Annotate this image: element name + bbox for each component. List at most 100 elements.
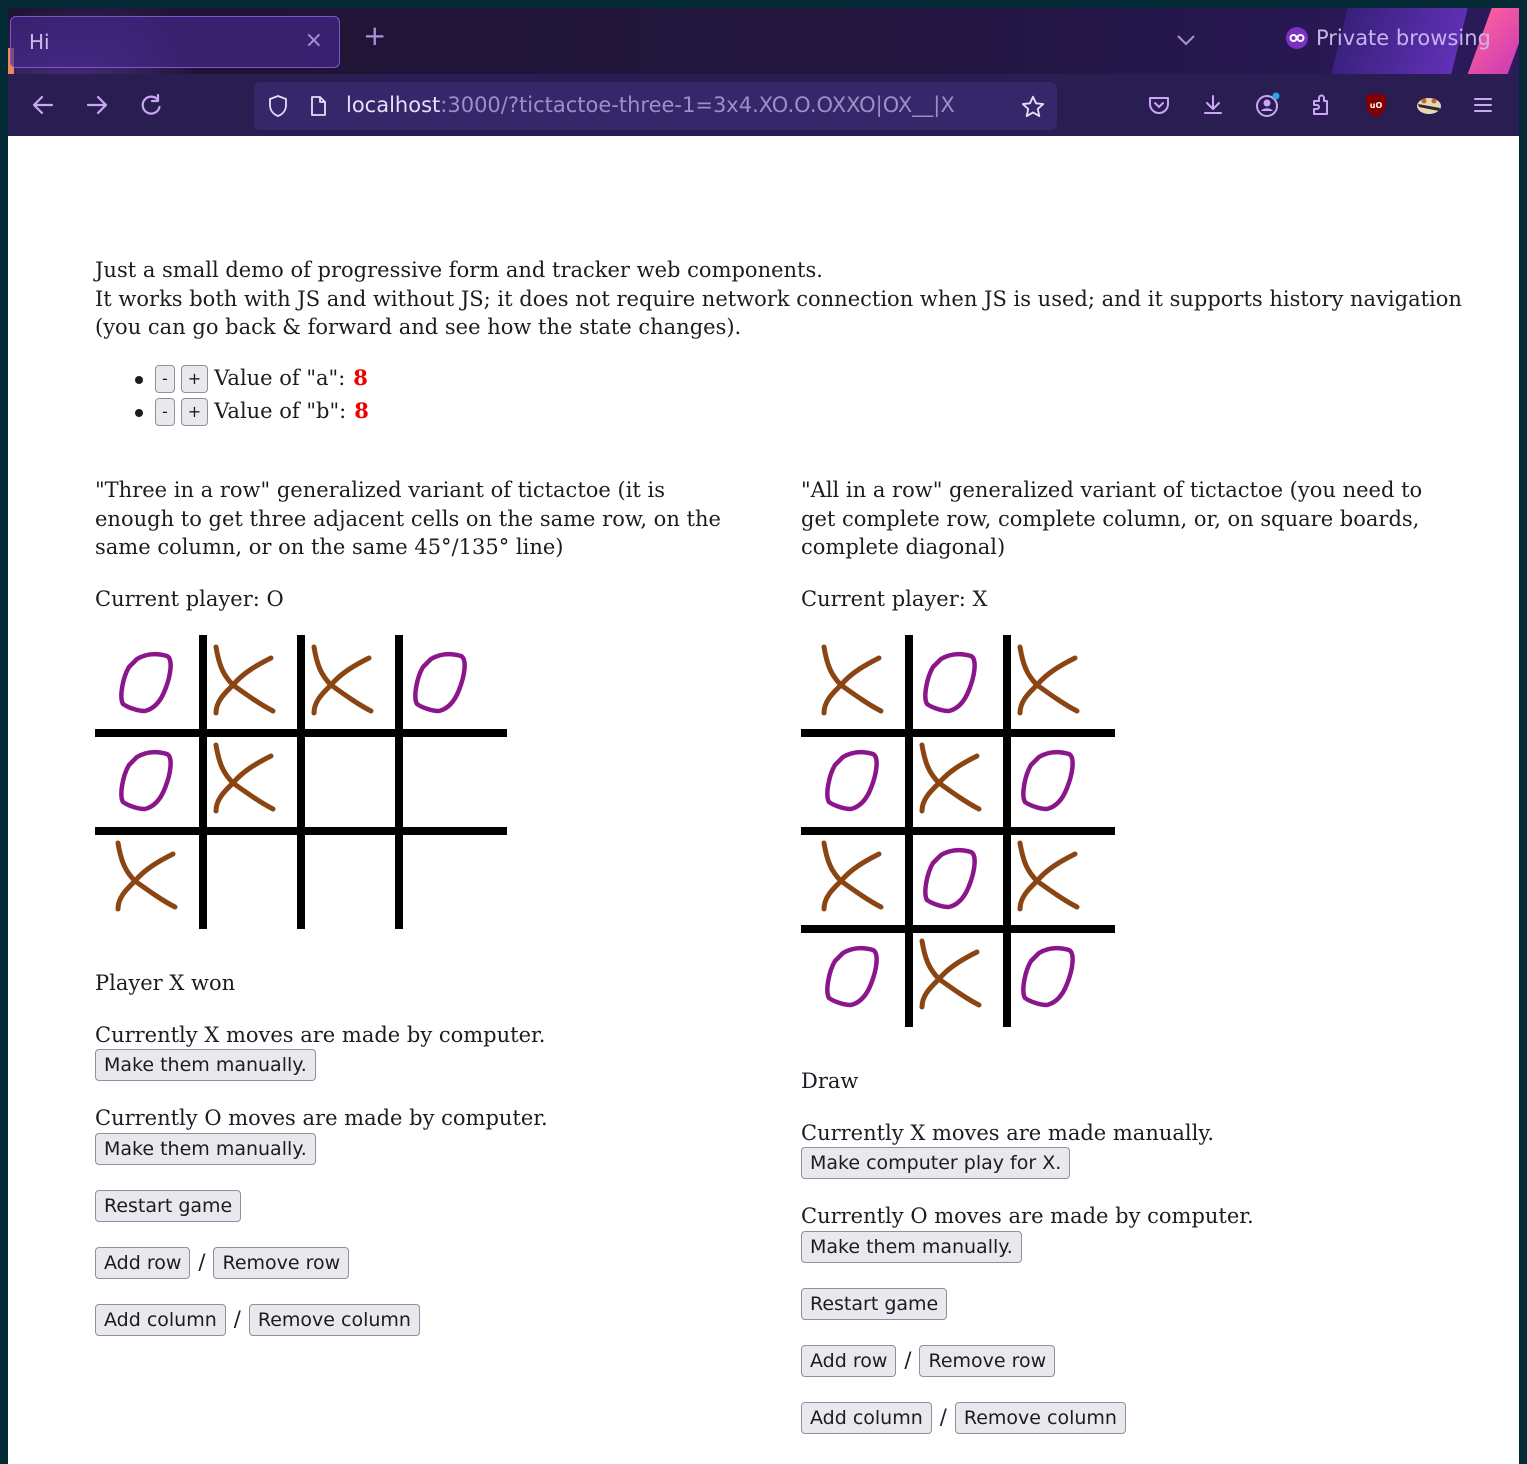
game-description: "All in a row" generalized variant of ti…: [801, 478, 1423, 559]
cell-o: [413, 651, 467, 714]
counter-b-value: 8: [354, 398, 369, 424]
add-column-button[interactable]: Add column: [801, 1401, 932, 1434]
restart-game-button[interactable]: Restart game: [95, 1189, 242, 1222]
pocket-icon[interactable]: [1144, 90, 1174, 120]
cell-empty[interactable]: [207, 835, 297, 925]
cell-x: [1017, 840, 1080, 912]
browser-window: Hi × + Private browsing localhost:3000/?…: [8, 8, 1519, 1464]
grid-line-vertical: [297, 635, 305, 929]
board-svg: [95, 635, 507, 929]
url-bar[interactable]: localhost:3000/?tictactoe-three-1=3x4.XO…: [254, 82, 1057, 130]
menu-icon[interactable]: [1468, 90, 1498, 120]
add-row-button[interactable]: Add row: [95, 1246, 191, 1279]
navigation-bar: localhost:3000/?tictactoe-three-1=3x4.XO…: [8, 74, 1519, 136]
increment-a-button[interactable]: +: [180, 364, 209, 393]
add-column-button[interactable]: Add column: [95, 1303, 226, 1336]
reload-icon[interactable]: [134, 88, 168, 122]
decrement-b-button[interactable]: -: [155, 397, 175, 426]
grid-line-horizontal: [801, 729, 1115, 737]
counter-b-label: Value of "b":: [214, 399, 347, 424]
x-mode-text: Currently X moves are made by computer.: [95, 1022, 546, 1047]
cell-o: [1021, 945, 1075, 1008]
grid-line-horizontal: [95, 827, 507, 835]
counter-a: - + Value of "a": 8: [95, 362, 369, 395]
cell-o: [119, 749, 173, 812]
game-description: "Three in a row" generalized variant of …: [95, 478, 721, 559]
page-content: Just a small demo of progressive form an…: [8, 136, 1519, 1464]
decrement-a-button[interactable]: -: [155, 364, 175, 393]
cell-o: [825, 749, 879, 812]
grid-line-horizontal: [95, 729, 507, 737]
separator: /: [233, 1307, 241, 1332]
tab-title: Hi: [29, 30, 50, 54]
x-mode-toggle-button[interactable]: Make them manually.: [95, 1049, 316, 1081]
game-board: [95, 635, 735, 929]
separator: /: [904, 1348, 912, 1373]
cell-empty[interactable]: [403, 737, 493, 827]
o-mode-text: Currently O moves are made by computer.: [801, 1204, 1254, 1228]
add-row-button[interactable]: Add row: [801, 1344, 897, 1377]
x-mode-text: Currently X moves are made manually.: [801, 1120, 1215, 1145]
game-status: Draw: [801, 1069, 859, 1093]
o-mode-text: Currently O moves are made by computer.: [95, 1106, 548, 1130]
grid-line-vertical: [395, 635, 403, 929]
privacy-badger-icon[interactable]: [1414, 90, 1444, 120]
o-mode-toggle-button[interactable]: Make them manually.: [95, 1132, 316, 1165]
forward-icon[interactable]: [80, 88, 114, 122]
cell-o: [119, 651, 173, 714]
grid-line-horizontal: [801, 925, 1115, 933]
counter-a-value: 8: [353, 365, 368, 391]
game-three-in-a-row: "Three in a row" generalized variant of …: [95, 476, 735, 1336]
board-svg: [801, 635, 1115, 1027]
new-tab-button[interactable]: +: [363, 22, 386, 50]
page-info-icon[interactable]: [306, 94, 330, 118]
close-tab-icon[interactable]: ×: [305, 28, 323, 53]
shield-icon[interactable]: [266, 94, 290, 118]
game-all-in-a-row: "All in a row" generalized variant of ti…: [801, 476, 1441, 1434]
download-icon[interactable]: [1198, 90, 1228, 120]
restart-game-button[interactable]: Restart game: [801, 1287, 948, 1320]
cell-x: [115, 840, 178, 912]
current-player: Current player: X: [801, 586, 988, 611]
x-mode-toggle-button[interactable]: Make computer play for X.: [801, 1147, 1071, 1179]
intro-text: Just a small demo of progressive form an…: [95, 256, 1475, 342]
tab-active[interactable]: Hi ×: [10, 16, 340, 68]
svg-text:uO: uO: [1370, 101, 1383, 110]
extensions-icon[interactable]: [1307, 90, 1337, 120]
cell-empty[interactable]: [403, 835, 493, 925]
cell-o: [923, 651, 977, 714]
current-player: Current player: O: [95, 586, 284, 611]
increment-b-button[interactable]: +: [180, 397, 209, 426]
ublock-icon[interactable]: uO: [1361, 90, 1391, 120]
cell-o: [1021, 749, 1075, 812]
o-mode-toggle-button[interactable]: Make them manually.: [801, 1230, 1022, 1263]
bookmark-star-icon[interactable]: [1020, 94, 1045, 118]
cell-o: [825, 945, 879, 1008]
remove-column-button[interactable]: Remove column: [248, 1303, 420, 1336]
counter-a-label: Value of "a":: [214, 366, 346, 391]
cell-empty[interactable]: [305, 737, 395, 827]
account-icon[interactable]: [1253, 90, 1283, 120]
back-icon[interactable]: [26, 88, 60, 122]
private-mask-icon: [1286, 27, 1308, 49]
url-text[interactable]: localhost:3000/?tictactoe-three-1=3x4.XO…: [346, 93, 991, 117]
separator: /: [939, 1405, 947, 1430]
private-browsing-indicator: Private browsing: [1286, 26, 1491, 50]
grid-line-vertical: [199, 635, 207, 929]
cell-x: [1017, 644, 1080, 716]
url-path: :3000/?tictactoe-three-1=3x4.XO.O.OXXO|O…: [440, 93, 955, 117]
cell-x: [821, 644, 884, 716]
chevron-down-icon[interactable]: [1174, 28, 1198, 52]
intro-line-2: It works both with JS and without JS; it…: [95, 286, 1462, 340]
cell-x: [919, 742, 982, 814]
remove-row-button[interactable]: Remove row: [919, 1344, 1056, 1377]
cell-o: [923, 847, 977, 910]
remove-column-button[interactable]: Remove column: [954, 1401, 1126, 1434]
cell-empty[interactable]: [305, 835, 395, 925]
counter-list: - + Value of "a": 8 - + Value of "b": 8: [95, 362, 369, 428]
tab-bar: Hi × + Private browsing: [8, 8, 1519, 74]
remove-row-button[interactable]: Remove row: [213, 1246, 350, 1279]
game-status: Player X won: [95, 971, 236, 995]
game-board: [801, 635, 1441, 1027]
cell-x: [919, 938, 982, 1010]
